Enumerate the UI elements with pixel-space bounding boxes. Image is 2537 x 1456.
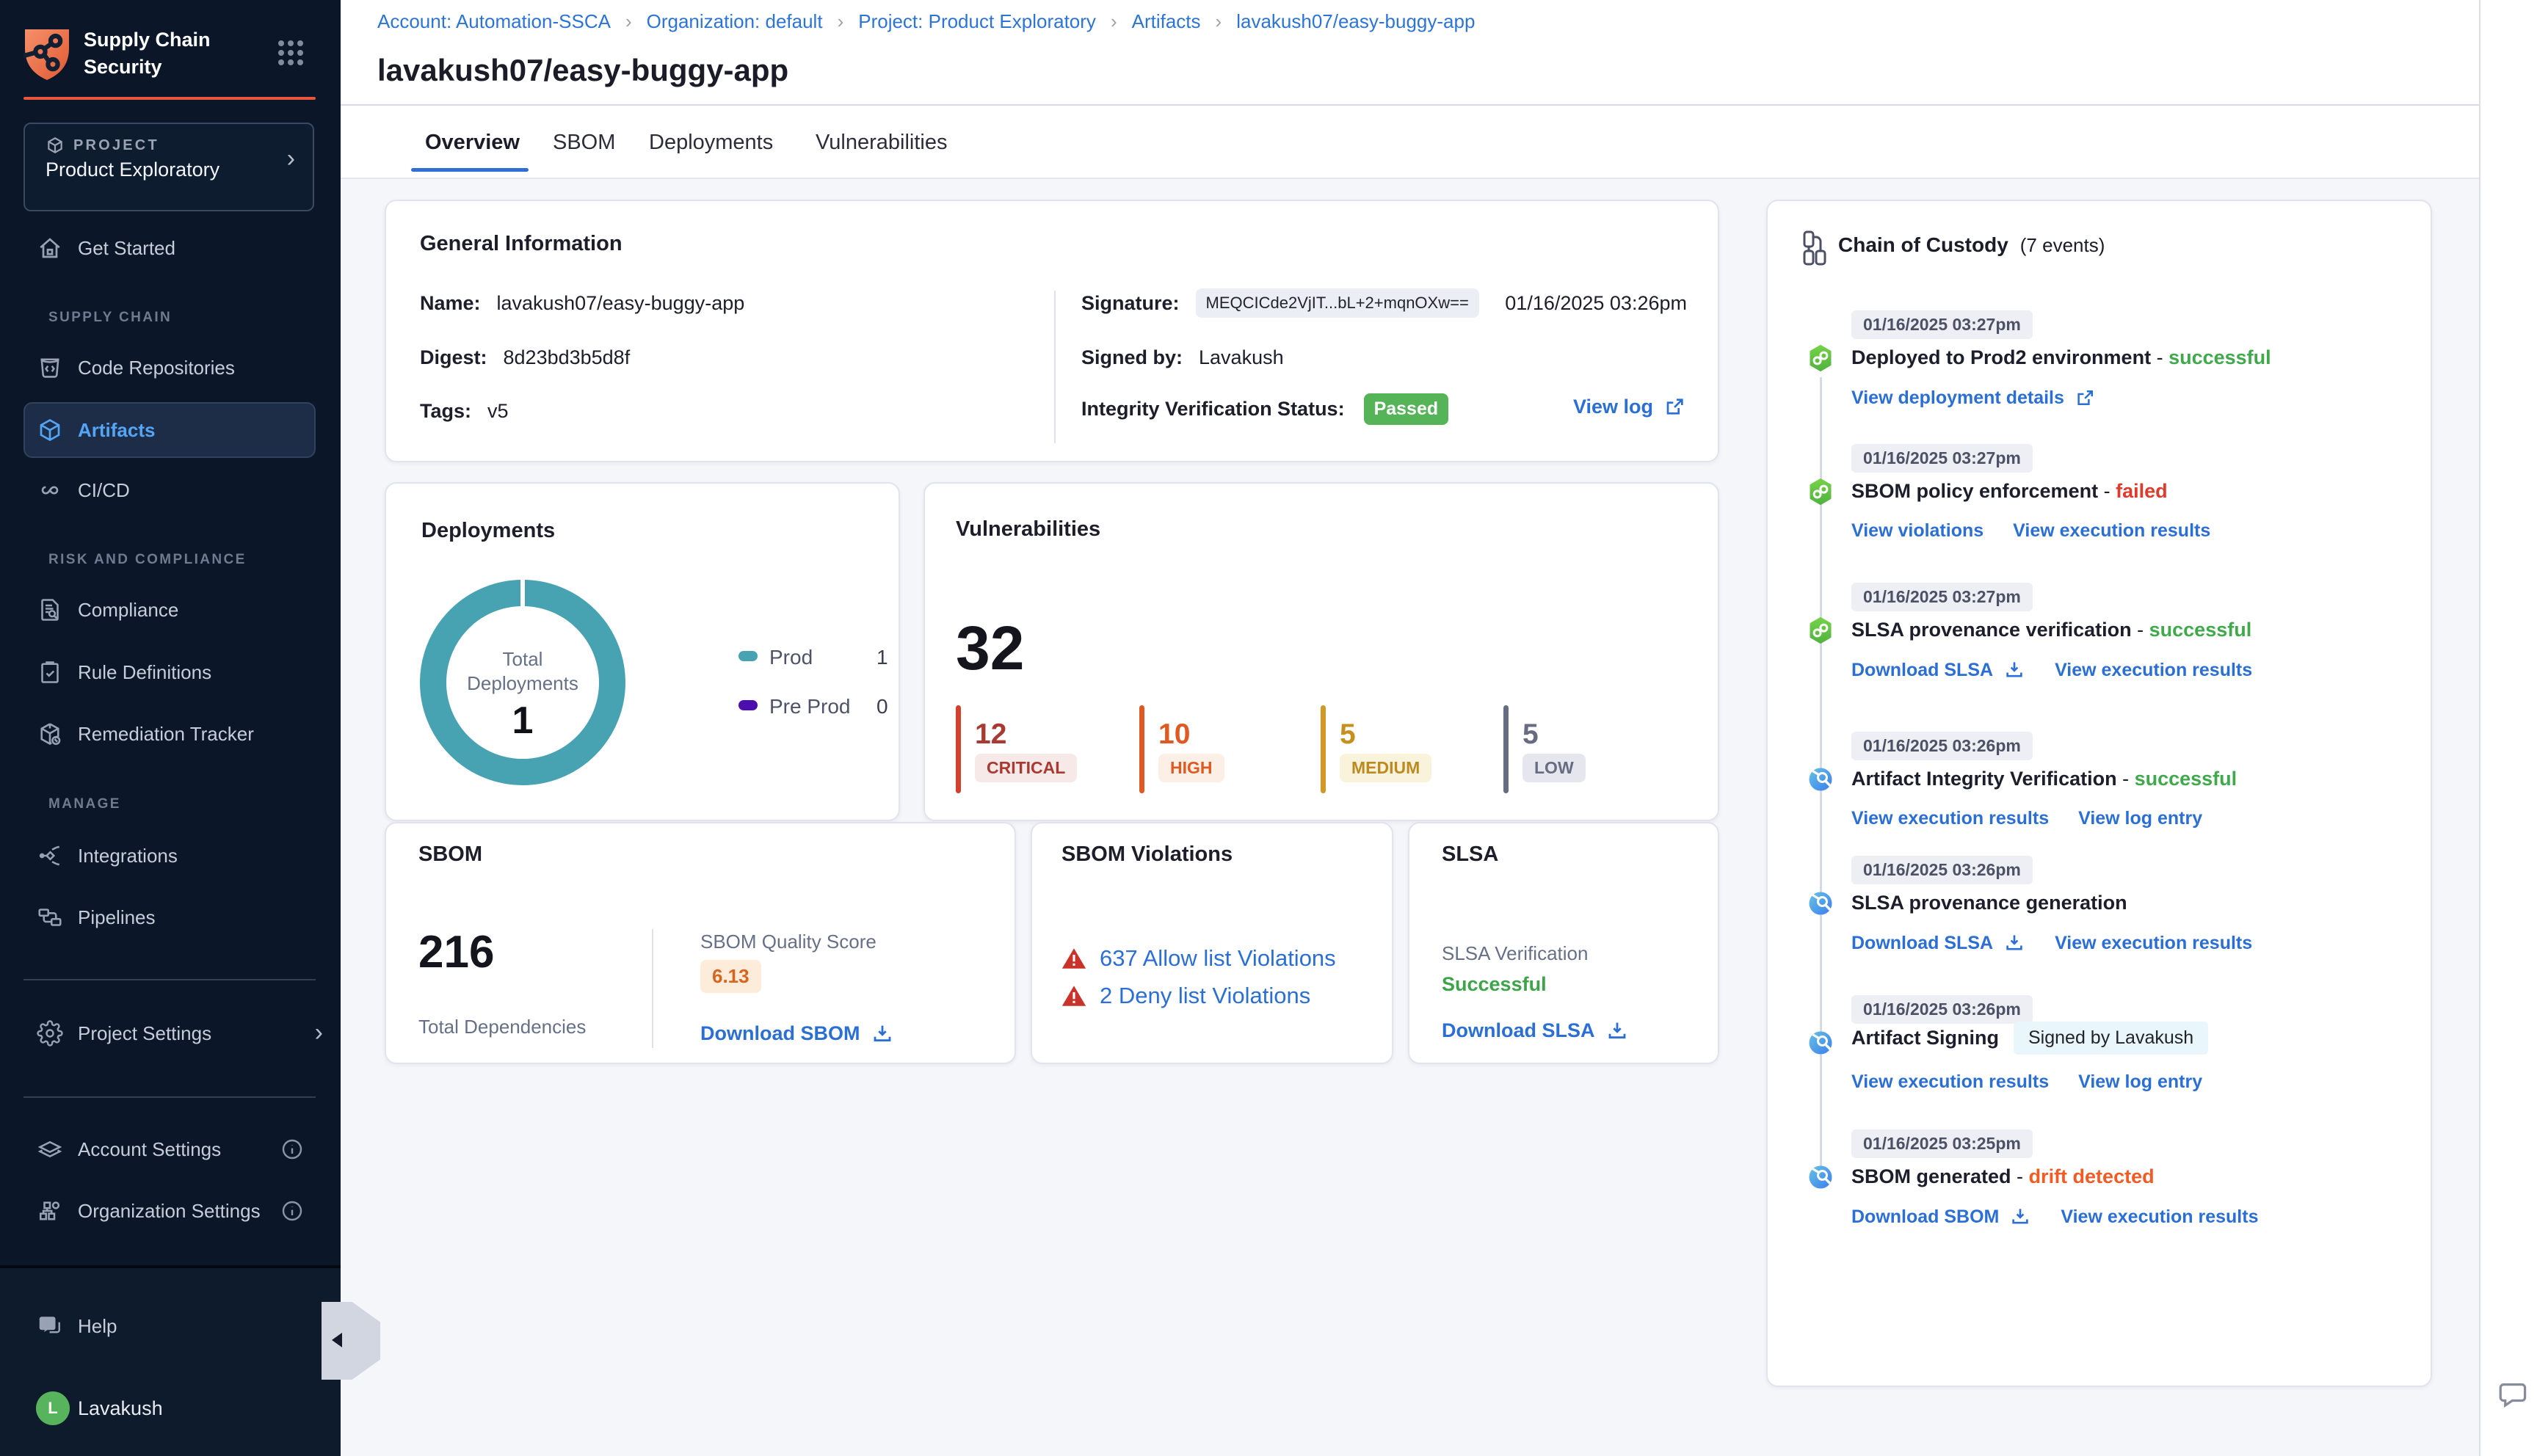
svg-text:?: ? [44, 1319, 51, 1331]
